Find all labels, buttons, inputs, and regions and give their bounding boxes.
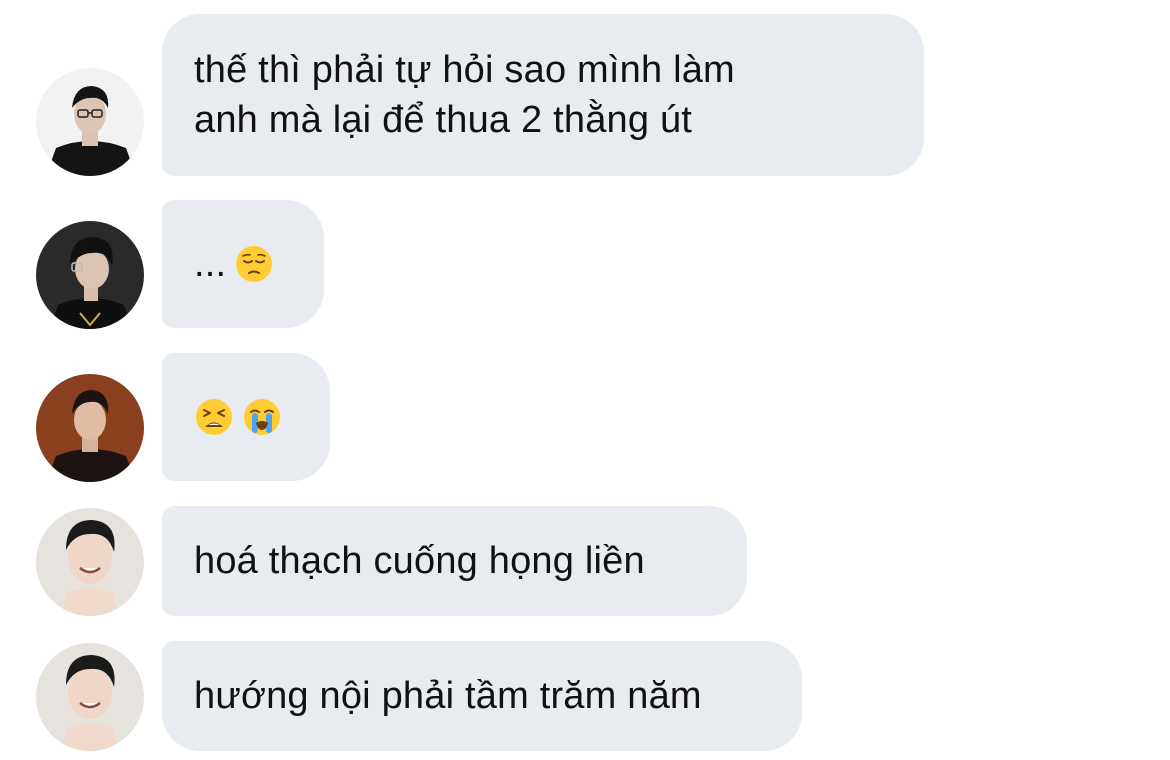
message-bubble[interactable]: ... — [162, 200, 324, 328]
message-bubble[interactable]: thế thì phải tự hỏi sao mình làm anh mà … — [162, 14, 924, 176]
tired-face-emoji — [194, 397, 234, 437]
avatar-smiling-hand-chin-icon — [36, 508, 144, 616]
loudly-crying-face-emoji — [242, 397, 282, 437]
pensive-face-emoji — [234, 244, 274, 284]
message-row — [0, 353, 1170, 482]
avatar[interactable] — [36, 643, 144, 751]
message-row: ... — [0, 200, 1170, 329]
avatar[interactable] — [36, 508, 144, 616]
message-text: hướng nội phải tầm trăm năm — [194, 675, 702, 717]
avatar-glasses-black-outfit-icon — [36, 68, 144, 176]
avatar-brown-background-icon — [36, 374, 144, 482]
message-row: hướng nội phải tầm trăm năm — [0, 641, 1170, 751]
avatar-smiling-hand-chin-icon — [36, 643, 144, 751]
message-bubble[interactable]: hoá thạch cuống họng liền — [162, 506, 747, 616]
message-text: ... — [194, 243, 227, 285]
avatar-glasses-side-profile-icon — [36, 221, 144, 329]
avatar[interactable] — [36, 68, 144, 176]
message-bubble[interactable]: hướng nội phải tầm trăm năm — [162, 641, 802, 751]
avatar[interactable] — [36, 221, 144, 329]
message-bubble[interactable] — [162, 353, 330, 481]
pensive-face-icon — [236, 246, 273, 282]
tired-face-icon — [196, 399, 232, 435]
loudly-crying-face-icon — [244, 399, 280, 435]
message-row: thế thì phải tự hỏi sao mình làm anh mà … — [0, 14, 1170, 176]
avatar[interactable] — [36, 374, 144, 482]
message-text: thế thì phải tự hỏi sao mình làm anh mà … — [194, 49, 735, 141]
message-text: hoá thạch cuống họng liền — [194, 540, 645, 582]
message-row: hoá thạch cuống họng liền — [0, 506, 1170, 616]
